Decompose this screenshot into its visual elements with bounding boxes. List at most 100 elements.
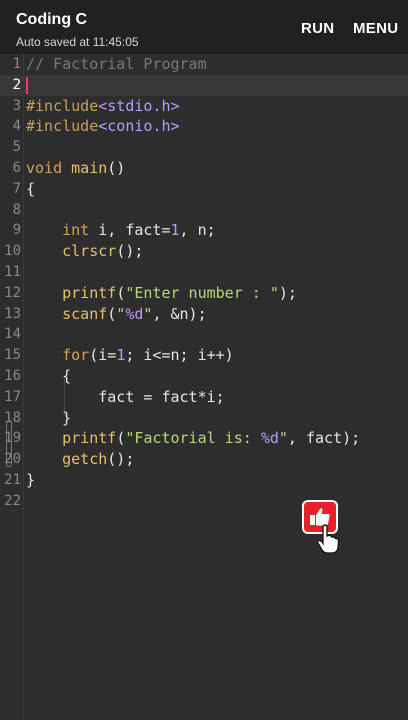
code-token: , fact); bbox=[287, 429, 361, 448]
code-token: %d bbox=[260, 429, 279, 448]
line-number: 13 bbox=[4, 305, 21, 322]
code-token: fact = fact*i; bbox=[26, 387, 225, 406]
code-token: ( bbox=[116, 283, 126, 302]
code-text: clrscr(); bbox=[26, 241, 143, 262]
code-token: int bbox=[62, 221, 90, 240]
code-token: { bbox=[26, 367, 72, 385]
line-number: 7 bbox=[12, 180, 21, 197]
code-text: fact = fact*i; bbox=[26, 387, 225, 408]
code-text: } bbox=[26, 408, 71, 429]
code-text: printf("Enter number : "); bbox=[26, 283, 297, 304]
code-line[interactable]: 20 getch(); bbox=[0, 449, 408, 470]
code-token: ( bbox=[116, 429, 126, 448]
autosave-status: Auto saved at 11:45:05 bbox=[16, 35, 139, 49]
code-text: scanf("%d", &n); bbox=[26, 304, 207, 325]
code-token: () bbox=[107, 159, 126, 177]
line-number: 5 bbox=[12, 139, 21, 156]
code-token: %d bbox=[125, 304, 144, 323]
line-number: 2 bbox=[12, 76, 21, 93]
code-token: i, fact= bbox=[89, 221, 171, 240]
code-editor[interactable]: 1// Factorial Program 2 3 #include<stdio.h>… bbox=[0, 54, 408, 720]
code-line[interactable]: 1 // Factorial Program bbox=[0, 54, 408, 75]
line-number: 21 bbox=[4, 472, 21, 488]
line-number: 22 bbox=[4, 492, 21, 509]
code-token: ); bbox=[278, 283, 297, 302]
code-line[interactable]: 19 printf("Factorial is: %d", fact); bbox=[0, 428, 408, 449]
line-number: 10 bbox=[4, 243, 21, 260]
line-number: 4 bbox=[12, 118, 21, 135]
line-number: 17 bbox=[4, 388, 21, 405]
hand-pointer-icon bbox=[317, 524, 340, 554]
code-token: 1 bbox=[170, 221, 180, 240]
line-number: 12 bbox=[4, 284, 21, 301]
code-line[interactable]: 13 scanf("%d", &n); bbox=[0, 304, 408, 325]
menu-button[interactable]: MENU bbox=[353, 20, 398, 37]
code-token: } bbox=[26, 471, 36, 489]
code-token: printf bbox=[62, 429, 117, 448]
code-line[interactable]: 7{ bbox=[0, 179, 408, 200]
code-line[interactable]: 10 clrscr(); bbox=[0, 241, 408, 262]
code-token: void bbox=[26, 159, 63, 177]
code-token: (); bbox=[107, 450, 135, 469]
code-line[interactable]: 16 { bbox=[0, 366, 408, 387]
code-text: getch(); bbox=[26, 449, 134, 470]
code-text: int i, fact=1, n; bbox=[26, 220, 216, 241]
code-line[interactable]: 3 #include<stdio.h> bbox=[0, 96, 408, 117]
code-text: for(i=1; i<=n; i++) bbox=[26, 345, 234, 366]
code-token: } bbox=[26, 408, 72, 427]
code-text: #include<stdio.h> bbox=[26, 96, 180, 117]
line-number: 18 bbox=[4, 409, 21, 426]
code-text: printf("Factorial is: %d", fact); bbox=[26, 428, 360, 449]
code-token: #include bbox=[26, 117, 99, 136]
code-line[interactable]: 22 bbox=[0, 491, 408, 512]
line-number: 19 bbox=[4, 430, 21, 447]
code-line[interactable]: 4 #include<conio.h> bbox=[0, 116, 408, 137]
code-line[interactable]: 12 printf("Enter number : "); bbox=[0, 283, 408, 304]
code-token: (i= bbox=[89, 346, 117, 365]
code-text: // Factorial Program bbox=[26, 54, 207, 75]
code-line[interactable]: 9 int i, fact=1, n; bbox=[0, 220, 408, 241]
code-token: 1 bbox=[116, 346, 126, 365]
code-token: // Factorial Program bbox=[26, 55, 207, 73]
line-number: 16 bbox=[4, 368, 21, 384]
code-token: "Enter number : " bbox=[125, 283, 279, 302]
code-token: getch bbox=[62, 450, 108, 469]
code-line[interactable]: 18 } bbox=[0, 408, 408, 429]
code-token: <stdio.h> bbox=[98, 96, 180, 115]
code-token: clrscr bbox=[62, 242, 117, 261]
line-number: 14 bbox=[4, 326, 21, 343]
code-text: } bbox=[26, 470, 35, 491]
run-button[interactable]: RUN bbox=[301, 20, 334, 37]
code-line[interactable]: 11 bbox=[0, 262, 408, 283]
code-text: { bbox=[26, 366, 71, 387]
line-number: 8 bbox=[12, 201, 21, 218]
code-token: <conio.h> bbox=[98, 117, 180, 136]
code-token: scanf bbox=[62, 304, 108, 323]
code-line[interactable]: 14 bbox=[0, 324, 408, 345]
code-line[interactable]: 6 void main() bbox=[0, 158, 408, 179]
app-bar: Coding C Auto saved at 11:45:05 RUN MENU bbox=[0, 0, 408, 54]
code-token: (); bbox=[116, 242, 144, 261]
code-token: #include bbox=[26, 96, 99, 115]
code-line[interactable]: 8 bbox=[0, 200, 408, 221]
code-text: void main() bbox=[26, 158, 125, 179]
code-line[interactable]: 17 fact = fact*i; bbox=[0, 387, 408, 408]
code-token: "Factorial is: bbox=[125, 429, 261, 448]
code-line[interactable]: 15 for(i=1; i<=n; i++) bbox=[0, 345, 408, 366]
code-line[interactable]: 5 bbox=[0, 137, 408, 158]
text-cursor bbox=[26, 76, 28, 94]
app-title: Coding C bbox=[16, 11, 88, 28]
line-number: 15 bbox=[4, 347, 21, 364]
line-number: 3 bbox=[12, 97, 21, 114]
code-token: " bbox=[278, 429, 288, 448]
code-line[interactable]: 2 bbox=[0, 74, 408, 96]
line-number: 20 bbox=[4, 451, 21, 468]
line-number: 9 bbox=[12, 222, 21, 239]
code-line[interactable]: 21} bbox=[0, 470, 408, 491]
